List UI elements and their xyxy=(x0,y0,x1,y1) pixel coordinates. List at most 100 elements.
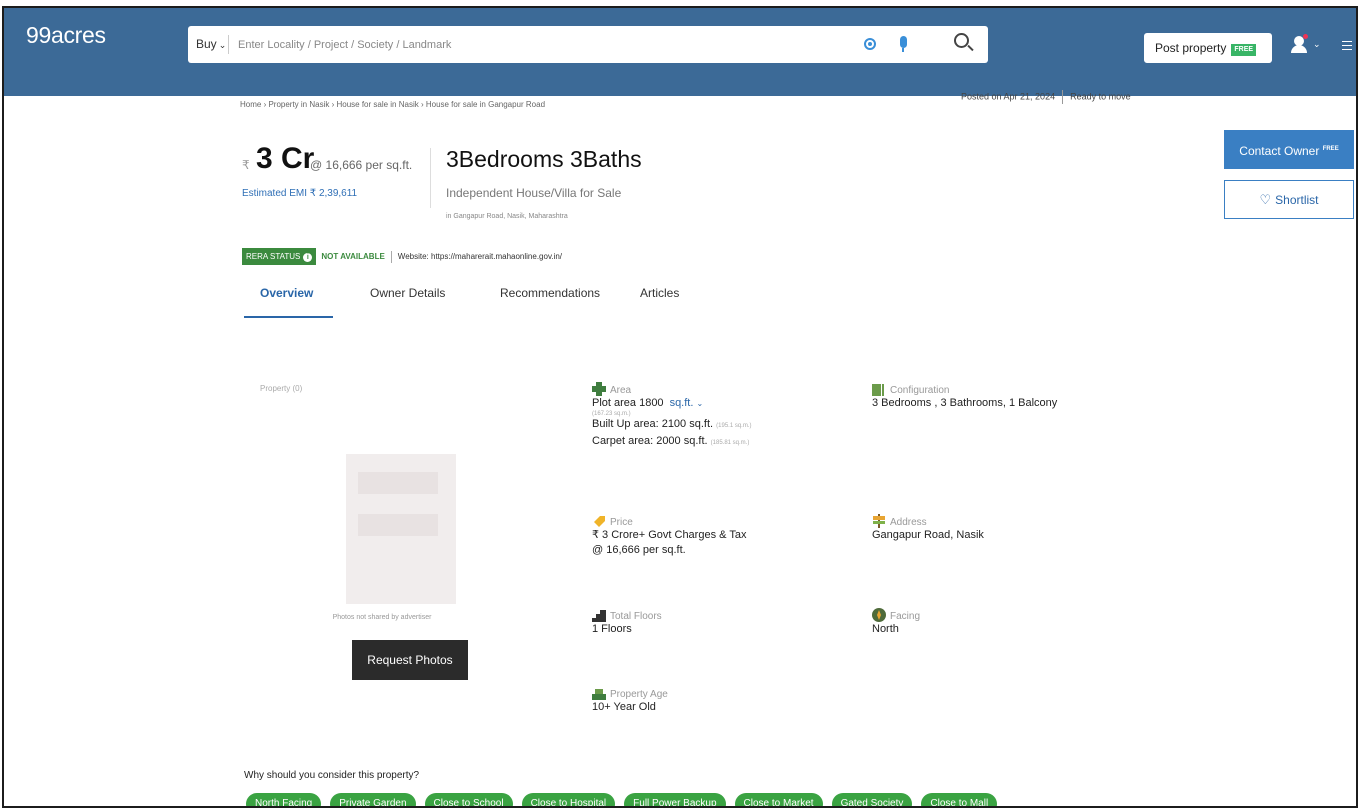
divider xyxy=(1062,90,1064,104)
floors-icon xyxy=(592,608,606,622)
spec-facing: Facing North xyxy=(872,608,920,637)
divider xyxy=(430,148,431,208)
address-signpost-icon xyxy=(872,514,886,528)
microphone-icon[interactable] xyxy=(900,36,907,52)
shortlist-label: Shortlist xyxy=(1275,193,1319,207)
spec-facing-heading: Facing xyxy=(890,611,921,622)
price-value: ₹ 3 Crore+ Govt Charges & Tax xyxy=(592,529,747,541)
spec-property-age: Property Age 10+ Year Old xyxy=(592,686,668,715)
free-badge: FREE xyxy=(1322,146,1339,152)
hamburger-menu-icon[interactable] xyxy=(1342,41,1352,53)
breadcrumb[interactable]: Home › Property in Nasik › House for sal… xyxy=(240,100,545,109)
spec-price: Price ₹ 3 Crore+ Govt Charges & Tax @ 16… xyxy=(592,514,746,558)
plot-area-value: Plot area 1800 xyxy=(592,397,664,409)
tab-articles[interactable]: Articles xyxy=(640,286,679,300)
address-value: Gangapur Road, Nasik xyxy=(872,529,984,541)
spec-address: Address Gangapur Road, Nasik xyxy=(872,514,984,543)
chevron-down-icon[interactable]: ⌄ xyxy=(1313,39,1321,50)
price-per-sqft: @ 16,666 per sq.ft. xyxy=(310,158,413,172)
property-type: Independent House/Villa for Sale xyxy=(446,186,622,200)
photo-panel: Property (0) Photos not shared by advert… xyxy=(242,366,478,726)
request-photos-button[interactable]: Request Photos xyxy=(352,640,468,680)
shortlist-button[interactable]: ♡ Shortlist xyxy=(1224,180,1354,219)
configuration-icon xyxy=(872,382,886,396)
total-floors-value: 1 Floors xyxy=(592,623,632,635)
search-bar: Buy ⌄ xyxy=(188,26,988,63)
buy-dropdown[interactable]: Buy ⌄ xyxy=(196,37,226,51)
spec-property-age-heading: Property Age xyxy=(610,689,668,700)
chevron-down-icon: ⌄ xyxy=(218,40,227,50)
buy-dropdown-label: Buy xyxy=(196,37,217,51)
highlight-chip[interactable]: Close to Mall xyxy=(921,793,998,806)
built-up-area: Built Up area: 2100 sq.ft. xyxy=(592,418,714,430)
highlight-chip[interactable]: Close to School xyxy=(424,793,513,806)
photo-placeholder xyxy=(346,454,456,604)
property-title: 3Bedrooms 3Baths xyxy=(446,146,642,172)
spec-configuration-heading: Configuration xyxy=(890,385,950,396)
spec-area-heading: Area xyxy=(610,385,632,396)
highlight-chip[interactable]: Close to Hospital xyxy=(521,793,616,806)
built-up-area-sqm: (195.1 sq.m.) xyxy=(716,423,752,429)
carpet-area-sqm: (185.81 sq.m.) xyxy=(710,440,750,446)
posted-date: Posted on Apr 21, 2024 xyxy=(961,91,1056,102)
rera-badge-label: RERA STATUS xyxy=(246,252,301,261)
no-photos-note: Photos not shared by advertiser xyxy=(332,614,432,621)
rera-status-badge: RERA STATUS i xyxy=(242,248,317,265)
search-icon[interactable] xyxy=(954,33,969,48)
post-property-label: Post property xyxy=(1155,41,1227,55)
building-age-icon xyxy=(592,686,606,700)
contact-owner-button[interactable]: Contact Owner FREE xyxy=(1224,130,1354,169)
highlight-chips: North Facing Private Garden Close to Schoo… xyxy=(246,793,1006,806)
notification-dot xyxy=(1303,34,1308,39)
possession-status: Ready to move xyxy=(1070,91,1131,102)
highlight-chip[interactable]: Close to Market xyxy=(734,793,823,806)
search-input[interactable] xyxy=(238,33,838,56)
highlight-chip[interactable]: Gated Society xyxy=(831,793,913,806)
highlight-chip[interactable]: North Facing xyxy=(246,793,322,806)
compass-icon xyxy=(872,608,886,622)
spec-total-floors-heading: Total Floors xyxy=(610,611,662,622)
rera-row: RERA STATUS i NOT AVAILABLE Website: https:… xyxy=(242,248,562,265)
tab-overview[interactable]: Overview xyxy=(260,286,313,300)
highlight-chip[interactable]: Private Garden xyxy=(330,793,416,806)
price-per-sqft-value: @ 16,666 per sq.ft. xyxy=(592,544,686,556)
carpet-area: Carpet area: 2000 sq.ft. xyxy=(592,435,708,447)
search-divider xyxy=(228,35,229,54)
area-unit-dropdown[interactable]: sq.ft. ⌄ xyxy=(670,397,704,409)
user-account-icon[interactable] xyxy=(1290,34,1308,54)
divider xyxy=(390,250,392,263)
highlight-chip[interactable]: Full Power Backup xyxy=(624,793,726,806)
spec-configuration: Configuration 3 Bedrooms , 3 Bathrooms, … xyxy=(872,382,1057,411)
info-icon[interactable]: i xyxy=(303,253,313,262)
area-icon xyxy=(592,382,606,396)
rupee-icon: ₹ xyxy=(242,158,250,172)
spec-price-heading: Price xyxy=(610,517,633,528)
chevron-down-icon: ⌄ xyxy=(696,399,704,408)
spec-total-floors: Total Floors 1 Floors xyxy=(592,608,662,637)
location-target-icon[interactable] xyxy=(864,38,876,50)
active-tab-indicator xyxy=(244,316,333,318)
spec-address-heading: Address xyxy=(890,517,927,528)
heart-icon: ♡ xyxy=(1259,192,1272,207)
top-navbar: 99acres Buy⌄ Post propertyFREE ⌄ xyxy=(4,8,1356,96)
property-locality: in Gangapur Road, Nasik, Maharashtra xyxy=(446,213,568,220)
estimated-emi-link[interactable]: Estimated EMI ₹ 2,39,611 xyxy=(242,188,357,199)
tab-owner-details[interactable]: Owner Details xyxy=(370,286,445,300)
configuration-value: 3 Bedrooms , 3 Bathrooms, 1 Balcony xyxy=(872,397,1058,409)
tab-recommendations[interactable]: Recommendations xyxy=(500,286,600,300)
why-consider-heading: Why should you consider this property? xyxy=(244,770,420,781)
price-tag-icon xyxy=(592,514,606,528)
rera-status-value: NOT AVAILABLE xyxy=(321,252,385,261)
price: 3 Cr xyxy=(256,142,315,175)
contact-owner-label: Contact Owner xyxy=(1239,144,1320,158)
posted-info: Posted on Apr 21, 2024 Ready to move xyxy=(961,90,1131,104)
spec-area: Area Plot area 1800 sq.ft. ⌄ (167.23 sq.m… xyxy=(592,382,752,451)
page-frame: 99acres Buy⌄ Post propertyFREE ⌄ Home › … xyxy=(2,6,1358,808)
property-age-value: 10+ Year Old xyxy=(592,701,656,713)
photo-count: Property (0) xyxy=(260,384,303,393)
post-property-button[interactable]: Post property FREE xyxy=(1144,33,1272,63)
area-unit-label: sq.ft. xyxy=(669,397,694,409)
facing-value: North xyxy=(872,623,899,635)
site-logo[interactable]: 99acres xyxy=(26,22,106,49)
rera-website[interactable]: Website: https://maharerait.mahaonline.g… xyxy=(398,252,562,261)
